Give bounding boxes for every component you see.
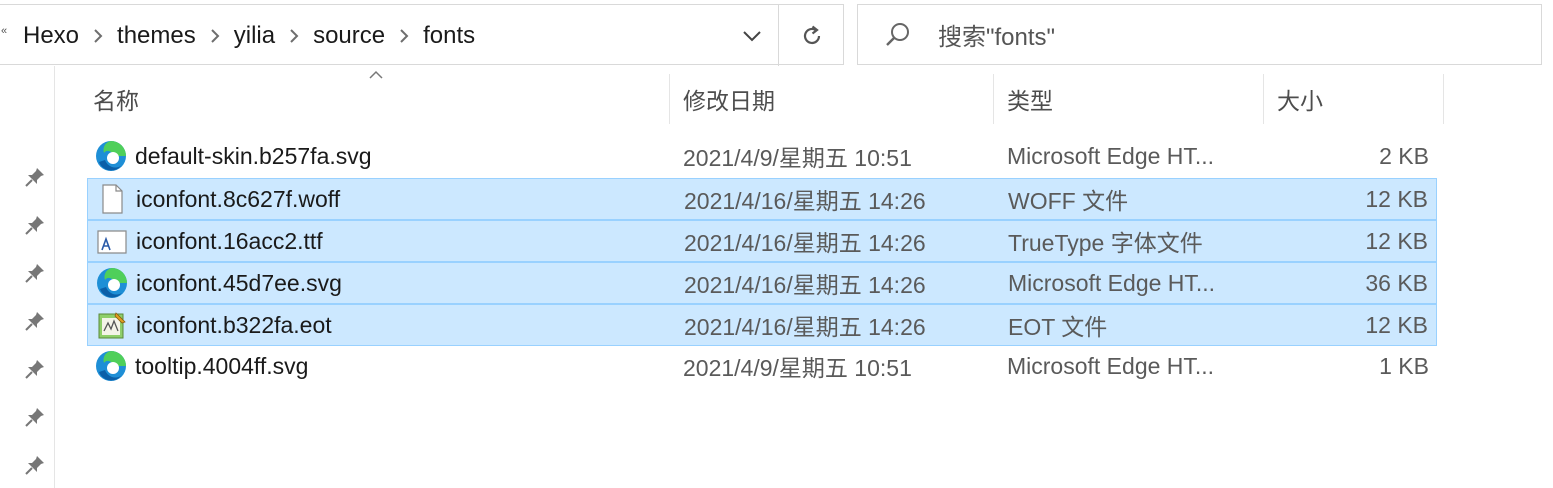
file-size: 2 KB [1379,142,1429,169]
file-modified-date: 2021/4/16/星期五 14:26 [684,230,926,256]
navigation-pane [0,66,55,488]
pin-icon[interactable] [24,358,46,380]
pin-icon[interactable] [24,166,46,188]
file-row[interactable]: iconfont.b322fa.eot 2021/4/16/星期五 14:26 … [87,304,1437,346]
column-header-size[interactable]: 大小 [1277,74,1442,124]
file-modified-date: 2021/4/16/星期五 14:26 [684,188,926,214]
file-row[interactable]: iconfont.45d7ee.svg 2021/4/16/星期五 14:26 … [87,262,1437,304]
file-type: WOFF 文件 [1008,188,1129,214]
column-divider[interactable] [669,74,670,124]
file-type: Microsoft Edge HT... [1007,352,1215,379]
font-file-icon [97,230,127,254]
file-name: iconfont.b322fa.eot [136,311,332,338]
blank-file-icon [102,184,123,214]
file-type: Microsoft Edge HT... [1008,269,1216,296]
file-modified-date: 2021/4/9/星期五 10:51 [683,355,912,381]
column-divider[interactable] [1443,74,1444,124]
file-name: default-skin.b257fa.svg [135,142,372,169]
file-row[interactable]: tooltip.4004ff.svg 2021/4/9/星期五 10:51 Mi… [87,346,1437,388]
breadcrumb-item-yilia[interactable]: yilia [232,22,277,50]
column-divider[interactable] [993,74,994,124]
breadcrumb-item-hexo[interactable]: Hexo [21,22,81,50]
file-size: 12 KB [1365,311,1428,338]
file-type: EOT 文件 [1008,314,1108,340]
file-row[interactable]: default-skin.b257fa.svg 2021/4/9/星期五 10:… [87,136,1437,178]
file-type: Microsoft Edge HT... [1007,142,1215,169]
chevron-right-icon[interactable] [277,28,311,43]
pin-icon[interactable] [24,454,46,476]
file-size: 1 KB [1379,352,1429,379]
file-modified-date: 2021/4/16/星期五 14:26 [684,272,926,298]
file-name: tooltip.4004ff.svg [135,352,309,379]
pin-icon[interactable] [24,214,46,236]
file-name: iconfont.8c627f.woff [136,185,341,212]
edge-icon [96,351,126,381]
file-explorer-window: « Hexo themes yilia source fonts 搜索"font… [0,0,1553,488]
pin-icon[interactable] [24,406,46,428]
file-size: 36 KB [1365,269,1428,296]
chevron-down-icon [743,30,761,41]
breadcrumb-item-source[interactable]: source [311,22,387,50]
edge-icon [96,141,126,171]
chevron-right-icon[interactable] [387,28,421,43]
search-icon [886,23,909,46]
search-placeholder: 搜索"fonts" [938,24,1056,51]
refresh-icon [803,25,821,44]
file-size: 12 KB [1365,185,1428,212]
file-modified-date: 2021/4/16/星期五 14:26 [684,314,926,340]
chevron-right-icon[interactable] [81,28,115,43]
address-bar[interactable]: « Hexo themes yilia source fonts [0,4,845,66]
breadcrumb-overflow-button[interactable]: « [1,25,7,37]
file-type: TrueType 字体文件 [1008,230,1203,256]
search-input[interactable]: 搜索"fonts" [857,4,1542,65]
pin-icon[interactable] [24,262,46,284]
breadcrumb-item-fonts[interactable]: fonts [421,22,477,50]
breadcrumb-item-themes[interactable]: themes [115,22,198,50]
column-header-name[interactable]: 名称 [93,74,668,124]
file-name: iconfont.45d7ee.svg [136,269,342,296]
eot-file-icon [98,312,126,339]
breadcrumb: Hexo themes yilia source fonts [21,5,477,66]
refresh-button[interactable] [779,5,845,66]
file-name: iconfont.16acc2.ttf [136,227,323,254]
column-header-type[interactable]: 类型 [1007,74,1262,124]
file-size: 12 KB [1365,227,1428,254]
edge-icon [97,268,127,298]
file-modified-date: 2021/4/9/星期五 10:51 [683,145,912,171]
column-header-date[interactable]: 修改日期 [683,74,993,124]
file-row[interactable]: iconfont.8c627f.woff 2021/4/16/星期五 14:26… [87,178,1437,220]
pin-icon[interactable] [24,310,46,332]
address-history-dropdown[interactable] [734,5,770,66]
file-row[interactable]: iconfont.16acc2.ttf 2021/4/16/星期五 14:26 … [87,220,1437,262]
chevron-right-icon[interactable] [198,28,232,43]
column-divider[interactable] [1263,74,1264,124]
